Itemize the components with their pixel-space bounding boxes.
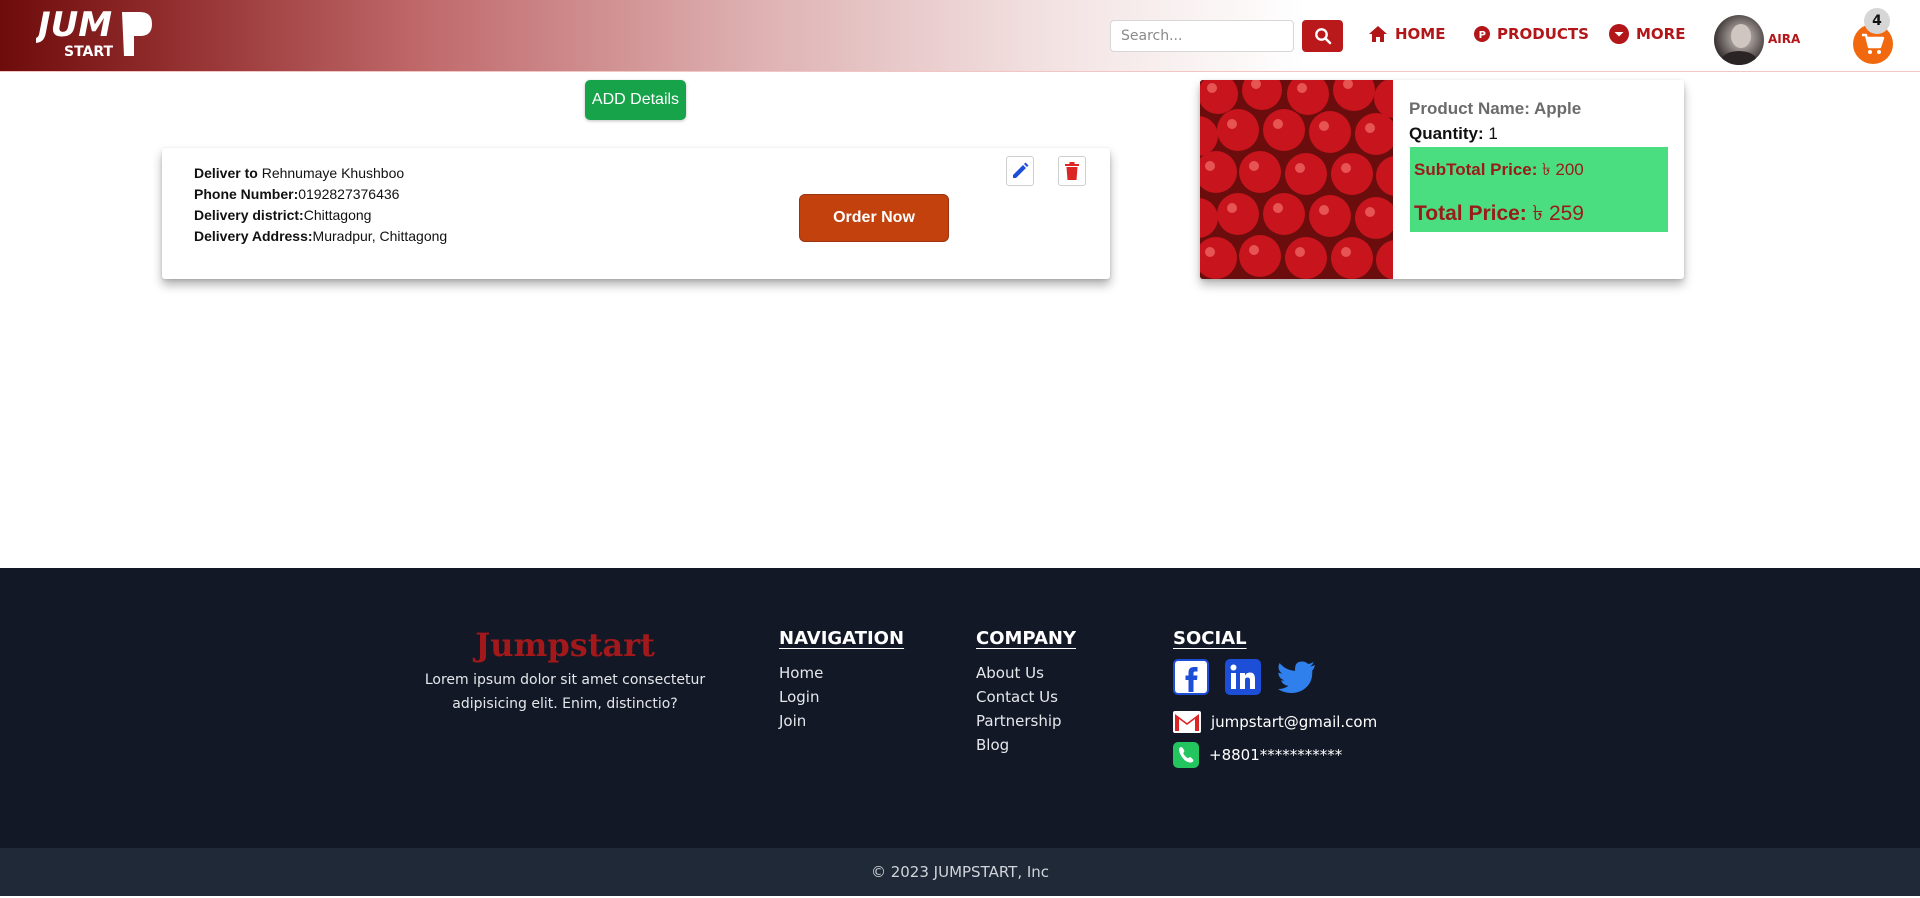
district-value: Chittagong bbox=[303, 207, 372, 223]
delivery-address-card: Deliver to Rehnumaye Khushboo Phone Numb… bbox=[162, 148, 1110, 279]
footer-link-login[interactable]: Login bbox=[779, 688, 819, 706]
quantity-label: Quantity: bbox=[1409, 124, 1484, 143]
subtotal-row: SubTotal Price: ৳ 200 bbox=[1414, 157, 1584, 185]
footer-brand-text: Lorem ipsum dolor sit amet consectetur a… bbox=[424, 672, 706, 712]
deliver-to-row: Deliver to Rehnumaye Khushboo bbox=[194, 165, 404, 181]
user-name[interactable]: AIRA bbox=[1768, 32, 1800, 46]
footer-company-title: COMPANY bbox=[976, 628, 1076, 649]
svg-text:START: START bbox=[64, 44, 114, 60]
nav-home-label: HOME bbox=[1395, 25, 1446, 43]
cart-icon bbox=[1862, 33, 1885, 54]
phone-value: 0192827376436 bbox=[298, 186, 400, 202]
price-summary-box: SubTotal Price: ৳ 200 Total Price: ৳ 259 bbox=[1410, 147, 1668, 232]
facebook-icon[interactable] bbox=[1173, 659, 1209, 695]
footer-phone-row[interactable]: +8801*********** bbox=[1173, 742, 1342, 768]
footer-navigation-title: NAVIGATION bbox=[779, 628, 905, 649]
footer-brand-title: Jumpstart bbox=[475, 626, 655, 664]
address-value: Muradpur, Chittagong bbox=[312, 228, 448, 244]
footer-link-home[interactable]: Home bbox=[779, 664, 823, 682]
twitter-icon[interactable] bbox=[1277, 659, 1317, 695]
edit-address-button[interactable] bbox=[1006, 156, 1034, 186]
search-input[interactable] bbox=[1110, 20, 1294, 52]
nav-more[interactable]: MORE bbox=[1609, 22, 1685, 46]
address-label: Delivery Address: bbox=[194, 228, 313, 244]
deliver-to-label: Deliver to bbox=[194, 165, 258, 181]
footer-link-partnership[interactable]: Partnership bbox=[976, 712, 1062, 730]
address-row: Delivery Address:Muradpur, Chittagong bbox=[194, 228, 447, 244]
nav-more-label: MORE bbox=[1636, 25, 1686, 43]
product-name: Product Name: Apple bbox=[1409, 99, 1582, 118]
total-row: Total Price: ৳ 259 bbox=[1414, 197, 1584, 232]
phone-row: Phone Number:0192827376436 bbox=[194, 186, 399, 202]
total-value: ৳ 259 bbox=[1532, 202, 1584, 225]
footer-link-join[interactable]: Join bbox=[779, 712, 806, 730]
avatar[interactable] bbox=[1714, 15, 1764, 65]
search-button[interactable] bbox=[1302, 20, 1343, 52]
top-navbar: JUM START HOME P PRODUCTS MORE bbox=[0, 0, 1920, 72]
chevron-down-circle-icon bbox=[1609, 24, 1629, 44]
nav-products[interactable]: P PRODUCTS bbox=[1474, 22, 1589, 46]
svg-text:JUM: JUM bbox=[36, 5, 112, 45]
deliver-to-value: Rehnumaye Khushboo bbox=[261, 165, 405, 181]
order-now-button[interactable]: Order Now bbox=[799, 194, 949, 242]
nav-home[interactable]: HOME bbox=[1368, 22, 1445, 46]
site-footer: Jumpstart Lorem ipsum dolor sit amet con… bbox=[0, 568, 1920, 848]
product-image-apples bbox=[1200, 80, 1416, 279]
nav-products-label: PRODUCTS bbox=[1497, 25, 1589, 43]
footer-link-contact[interactable]: Contact Us bbox=[976, 688, 1058, 706]
footer-phone: +8801*********** bbox=[1209, 746, 1343, 764]
district-label: Delivery district: bbox=[194, 207, 304, 223]
pencil-icon bbox=[1013, 162, 1029, 178]
trash-icon bbox=[1065, 162, 1079, 180]
copyright-text: © 2023 JUMPSTART, Inc bbox=[870, 863, 1050, 881]
delete-address-button[interactable] bbox=[1058, 156, 1086, 186]
quantity-value: 1 bbox=[1488, 124, 1498, 143]
subtotal-value: ৳ 200 bbox=[1542, 160, 1584, 179]
footer-social-title: SOCIAL bbox=[1173, 628, 1247, 649]
copyright-bar: © 2023 JUMPSTART, Inc bbox=[0, 848, 1920, 896]
phone-icon bbox=[1173, 742, 1199, 768]
svg-text:P: P bbox=[1479, 30, 1486, 41]
jumpstart-logo[interactable]: JUM START bbox=[32, 4, 156, 64]
footer-link-about[interactable]: About Us bbox=[976, 664, 1044, 682]
footer-link-blog[interactable]: Blog bbox=[976, 736, 1009, 754]
mail-icon bbox=[1173, 711, 1201, 733]
products-p-icon: P bbox=[1474, 26, 1490, 42]
footer-email-row[interactable]: jumpstart@gmail.com bbox=[1173, 711, 1377, 733]
home-icon bbox=[1369, 26, 1387, 42]
total-label: Total Price: bbox=[1414, 202, 1527, 225]
product-quantity: Quantity: 1 bbox=[1409, 124, 1498, 144]
search-icon bbox=[1314, 28, 1331, 45]
footer-email: jumpstart@gmail.com bbox=[1211, 713, 1378, 731]
cart-product-card: Product Name: Apple Quantity: 1 SubTotal… bbox=[1200, 80, 1684, 279]
phone-label: Phone Number: bbox=[194, 186, 299, 202]
linkedin-icon[interactable] bbox=[1225, 659, 1261, 695]
district-row: Delivery district:Chittagong bbox=[194, 207, 371, 223]
cart-count-badge: 4 bbox=[1864, 8, 1890, 34]
add-details-button[interactable]: ADD Details bbox=[585, 80, 686, 120]
subtotal-label: SubTotal Price: bbox=[1414, 160, 1538, 179]
